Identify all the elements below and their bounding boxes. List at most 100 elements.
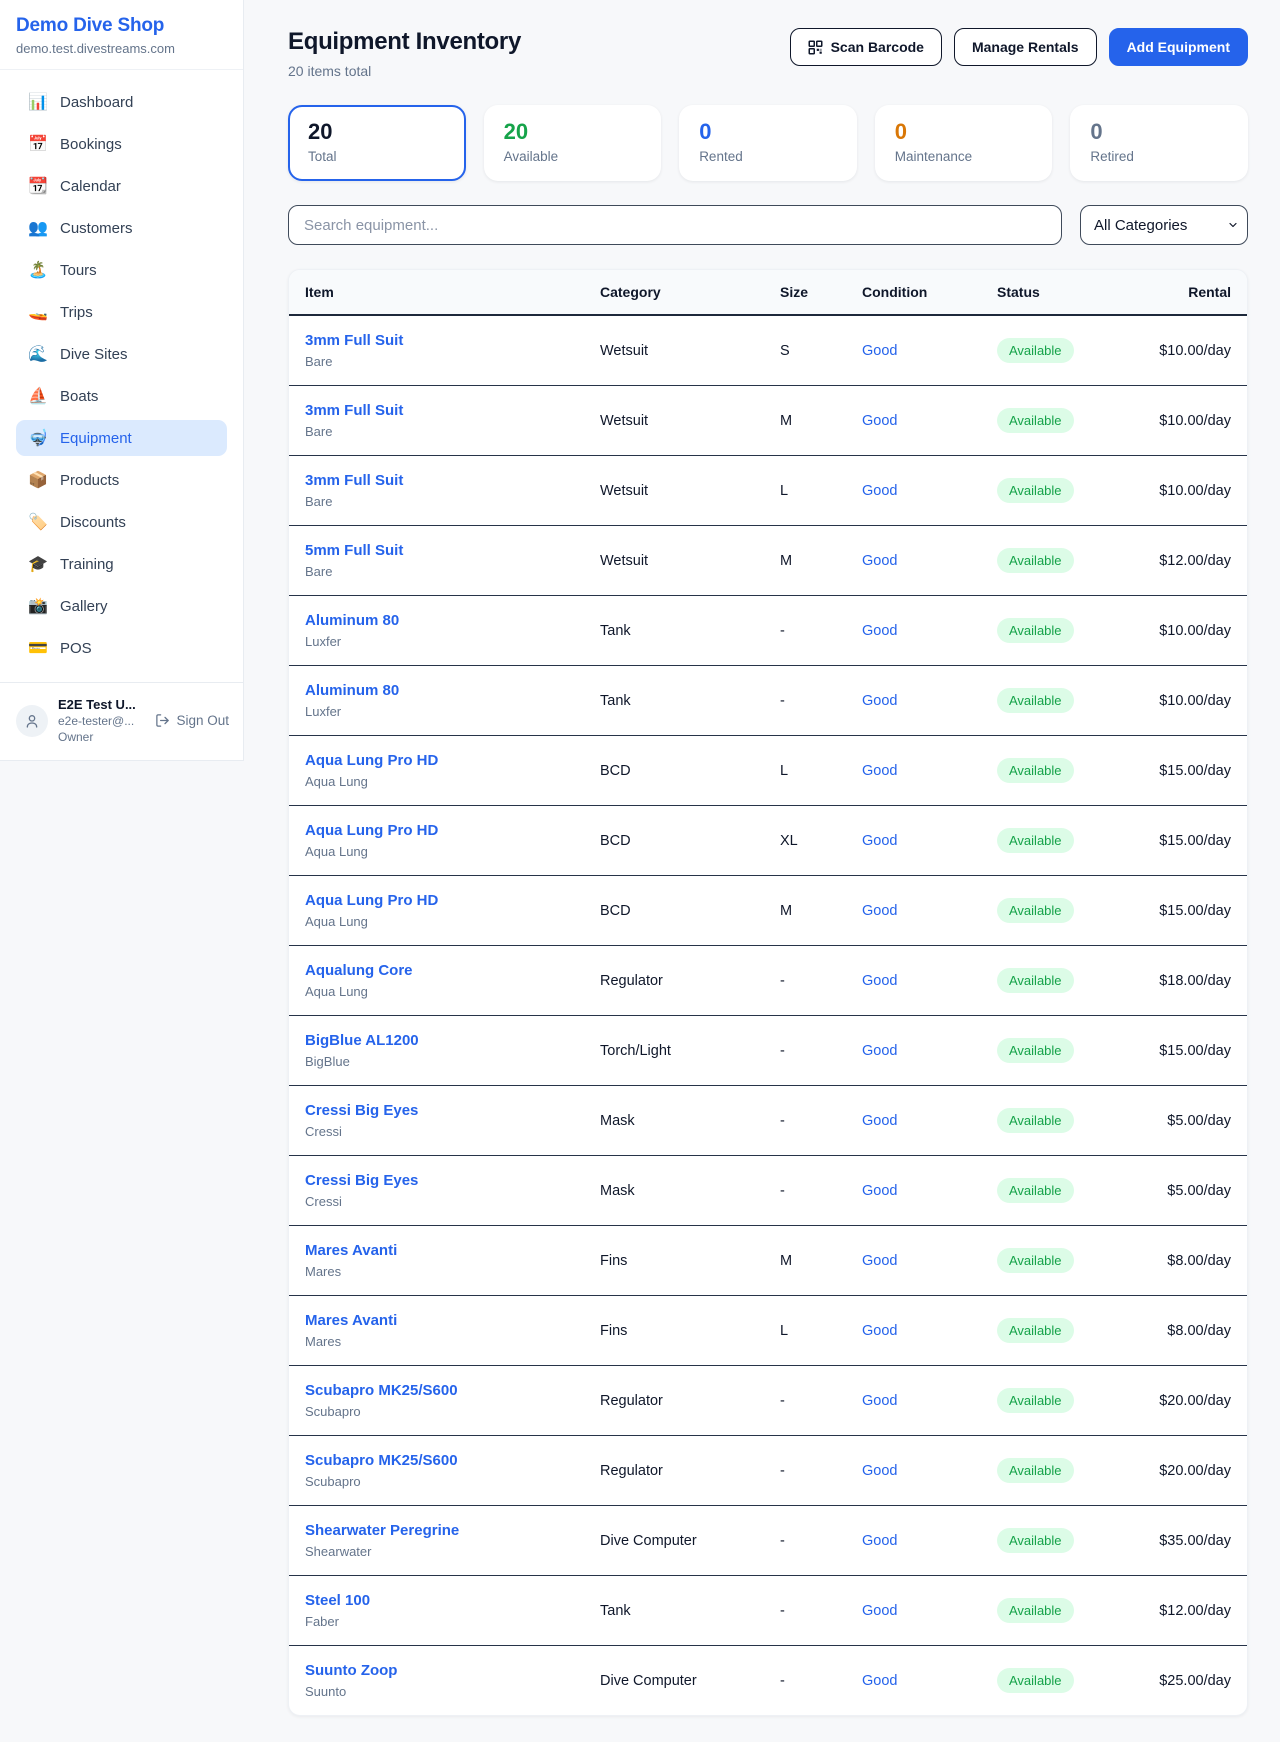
item-name-link[interactable]: Scubapro MK25/S600 — [305, 1451, 458, 1470]
sidebar-item-dashboard[interactable]: 📊 Dashboard — [16, 84, 227, 120]
item-rental-rate: $5.00/day — [1131, 1086, 1247, 1156]
item-condition[interactable]: Good — [862, 553, 897, 569]
sidebar-item-label: Dive Sites — [60, 346, 128, 363]
item-condition[interactable]: Good — [862, 343, 897, 359]
add-equipment-button[interactable]: Add Equipment — [1109, 28, 1248, 66]
item-name-link[interactable]: 5mm Full Suit — [305, 541, 403, 560]
table-row[interactable]: 3mm Full Suit Bare Wetsuit L Good Availa… — [289, 456, 1247, 526]
item-name-link[interactable]: Aqualung Core — [305, 961, 413, 980]
brand-title[interactable]: Demo Dive Shop — [16, 15, 227, 37]
sidebar-item-customers[interactable]: 👥 Customers — [16, 210, 227, 246]
item-name-link[interactable]: Aqua Lung Pro HD — [305, 821, 438, 840]
table-row[interactable]: BigBlue AL1200 BigBlue Torch/Light - Goo… — [289, 1016, 1247, 1086]
table-row[interactable]: Cressi Big Eyes Cressi Mask - Good Avail… — [289, 1086, 1247, 1156]
item-brand: Bare — [305, 424, 568, 440]
stat-card-rented[interactable]: 0 Rented — [679, 105, 857, 181]
item-condition[interactable]: Good — [862, 1393, 897, 1409]
sidebar-item-trips[interactable]: 🚤 Trips — [16, 294, 227, 330]
item-name-link[interactable]: 3mm Full Suit — [305, 471, 403, 490]
manage-rentals-button[interactable]: Manage Rentals — [954, 28, 1097, 66]
item-category: Wetsuit — [584, 456, 764, 526]
table-row[interactable]: Mares Avanti Mares Fins M Good Available… — [289, 1226, 1247, 1296]
item-condition[interactable]: Good — [862, 1323, 897, 1339]
item-rental-rate: $15.00/day — [1131, 806, 1247, 876]
stat-card-total[interactable]: 20 Total — [288, 105, 466, 181]
sign-out-button[interactable]: Sign Out — [155, 713, 229, 728]
item-size: M — [764, 386, 846, 456]
item-condition[interactable]: Good — [862, 1463, 897, 1479]
item-condition[interactable]: Good — [862, 1253, 897, 1269]
table-row[interactable]: Aqua Lung Pro HD Aqua Lung BCD XL Good A… — [289, 806, 1247, 876]
item-condition[interactable]: Good — [862, 413, 897, 429]
item-name-link[interactable]: Steel 100 — [305, 1591, 370, 1610]
item-condition[interactable]: Good — [862, 1673, 897, 1689]
sidebar-item-equipment[interactable]: 🤿 Equipment — [16, 420, 227, 456]
status-badge: Available — [997, 338, 1074, 363]
table-row[interactable]: Mares Avanti Mares Fins L Good Available… — [289, 1296, 1247, 1366]
item-name-link[interactable]: Cressi Big Eyes — [305, 1101, 418, 1120]
table-row[interactable]: Aqualung Core Aqua Lung Regulator - Good… — [289, 946, 1247, 1016]
item-name-link[interactable]: BigBlue AL1200 — [305, 1031, 419, 1050]
item-condition[interactable]: Good — [862, 1043, 897, 1059]
item-name-link[interactable]: Shearwater Peregrine — [305, 1521, 459, 1540]
table-row[interactable]: 5mm Full Suit Bare Wetsuit M Good Availa… — [289, 526, 1247, 596]
item-name-link[interactable]: Aqua Lung Pro HD — [305, 751, 438, 770]
sidebar-item-dive-sites[interactable]: 🌊 Dive Sites — [16, 336, 227, 372]
item-condition[interactable]: Good — [862, 693, 897, 709]
item-condition[interactable]: Good — [862, 623, 897, 639]
table-row[interactable]: Scubapro MK25/S600 Scubapro Regulator - … — [289, 1366, 1247, 1436]
item-name-link[interactable]: Mares Avanti — [305, 1311, 397, 1330]
main-content: Equipment Inventory 20 items total Scan … — [244, 0, 1280, 1716]
item-name-link[interactable]: Mares Avanti — [305, 1241, 397, 1260]
item-condition[interactable]: Good — [862, 1113, 897, 1129]
item-condition[interactable]: Good — [862, 1183, 897, 1199]
item-condition[interactable]: Good — [862, 973, 897, 989]
table-row[interactable]: 3mm Full Suit Bare Wetsuit M Good Availa… — [289, 386, 1247, 456]
table-row[interactable]: Cressi Big Eyes Cressi Mask - Good Avail… — [289, 1156, 1247, 1226]
item-condition[interactable]: Good — [862, 1603, 897, 1619]
sidebar-item-boats[interactable]: ⛵ Boats — [16, 378, 227, 414]
item-name-link[interactable]: Scubapro MK25/S600 — [305, 1381, 458, 1400]
table-row[interactable]: Aluminum 80 Luxfer Tank - Good Available… — [289, 596, 1247, 666]
table-row[interactable]: Scubapro MK25/S600 Scubapro Regulator - … — [289, 1436, 1247, 1506]
item-name-link[interactable]: 3mm Full Suit — [305, 401, 403, 420]
item-rental-rate: $18.00/day — [1131, 946, 1247, 1016]
item-size: - — [764, 1646, 846, 1716]
sidebar-item-calendar[interactable]: 📆 Calendar — [16, 168, 227, 204]
search-input[interactable] — [288, 205, 1062, 245]
table-row[interactable]: Shearwater Peregrine Shearwater Dive Com… — [289, 1506, 1247, 1576]
item-name-link[interactable]: 3mm Full Suit — [305, 331, 403, 350]
table-row[interactable]: Steel 100 Faber Tank - Good Available $1… — [289, 1576, 1247, 1646]
item-condition[interactable]: Good — [862, 903, 897, 919]
sidebar-item-gallery[interactable]: 📸 Gallery — [16, 588, 227, 624]
stat-card-available[interactable]: 20 Available — [484, 105, 662, 181]
item-name-link[interactable]: Suunto Zoop — [305, 1661, 397, 1680]
table-row[interactable]: Aluminum 80 Luxfer Tank - Good Available… — [289, 666, 1247, 736]
item-name-link[interactable]: Aqua Lung Pro HD — [305, 891, 438, 910]
status-badge: Available — [997, 1458, 1074, 1483]
table-row[interactable]: Suunto Zoop Suunto Dive Computer - Good … — [289, 1646, 1247, 1716]
item-category: Regulator — [584, 946, 764, 1016]
sidebar-item-discounts[interactable]: 🏷️ Discounts — [16, 504, 227, 540]
category-select[interactable]: All Categories — [1080, 205, 1248, 245]
sidebar-item-pos[interactable]: 💳 POS — [16, 630, 227, 666]
item-name-link[interactable]: Aluminum 80 — [305, 681, 399, 700]
item-name-link[interactable]: Aluminum 80 — [305, 611, 399, 630]
sidebar-item-tours[interactable]: 🏝️ Tours — [16, 252, 227, 288]
table-row[interactable]: Aqua Lung Pro HD Aqua Lung BCD M Good Av… — [289, 876, 1247, 946]
table-row[interactable]: Aqua Lung Pro HD Aqua Lung BCD L Good Av… — [289, 736, 1247, 806]
table-body: 3mm Full Suit Bare Wetsuit S Good Availa… — [289, 315, 1247, 1715]
sidebar-item-label: Trips — [60, 304, 93, 321]
stat-card-maintenance[interactable]: 0 Maintenance — [875, 105, 1053, 181]
scan-barcode-button[interactable]: Scan Barcode — [790, 28, 942, 66]
sidebar-item-bookings[interactable]: 📅 Bookings — [16, 126, 227, 162]
item-condition[interactable]: Good — [862, 833, 897, 849]
sidebar-item-training[interactable]: 🎓 Training — [16, 546, 227, 582]
item-condition[interactable]: Good — [862, 763, 897, 779]
item-condition[interactable]: Good — [862, 483, 897, 499]
sidebar-item-products[interactable]: 📦 Products — [16, 462, 227, 498]
item-condition[interactable]: Good — [862, 1533, 897, 1549]
item-name-link[interactable]: Cressi Big Eyes — [305, 1171, 418, 1190]
stat-card-retired[interactable]: 0 Retired — [1070, 105, 1248, 181]
table-row[interactable]: 3mm Full Suit Bare Wetsuit S Good Availa… — [289, 315, 1247, 386]
